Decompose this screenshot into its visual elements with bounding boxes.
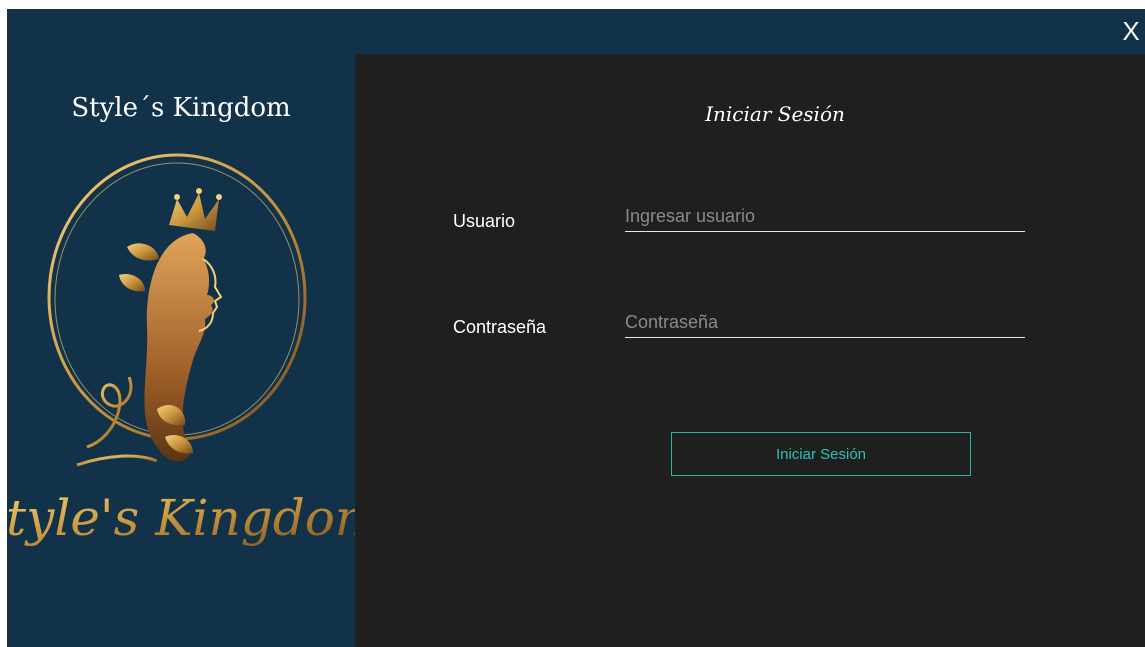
login-button[interactable]: Iniciar Sesión (671, 432, 971, 476)
password-input[interactable] (625, 307, 1025, 338)
brand-logo: Style's Kingdom (7, 153, 355, 547)
username-input[interactable] (625, 201, 1025, 232)
woman-silhouette (144, 233, 214, 462)
password-label: Contraseña (453, 317, 547, 337)
close-button[interactable]: X (1119, 13, 1143, 49)
login-window: Style´s Kingdom tyle's Kingdo X Iniciar … (7, 9, 1145, 647)
login-title: Iniciar Sesión (705, 102, 845, 126)
username-label: Usuario (453, 211, 516, 231)
leaf-icon (127, 243, 159, 261)
login-panel: Iniciar Sesión Usuario Contraseña Inicia… (355, 54, 1145, 647)
logo-script-text: Style's Kingdom (7, 489, 355, 547)
brand-title: Style´s Kingdom (71, 93, 291, 123)
brand-panel: Style´s Kingdom tyle's Kingdo (7, 9, 355, 647)
